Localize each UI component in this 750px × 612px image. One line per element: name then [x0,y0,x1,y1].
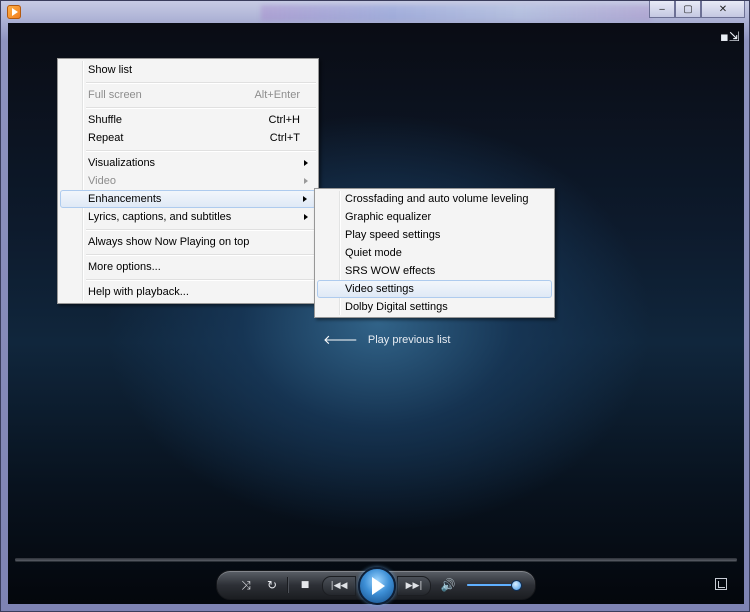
menu-separator [86,251,318,258]
menu-separator [86,147,318,154]
menu-item-label: Quiet mode [345,247,402,259]
menu-separator [86,276,318,283]
menu-item-show-list[interactable]: Show list [60,61,316,79]
menu-item-label: Visualizations [88,157,156,169]
submenu-arrow-icon [304,160,308,166]
submenu-arrow-icon [304,178,308,184]
menu-item-label: Dolby Digital settings [345,301,448,313]
volume-fill [467,584,517,586]
menu-item-label: Graphic equalizer [345,211,432,223]
menu-item-video: Video [60,172,316,190]
menu-item-help-with-playback[interactable]: Help with playback... [60,283,316,301]
menu-item-full-screen: Full screen Alt+Enter [60,86,316,104]
menu-item-label: More options... [88,261,161,273]
menu-item-always-show-now-playing-on-top[interactable]: Always show Now Playing on top [60,233,316,251]
media-player-window: ‒ ▢ ✕ ▪⇲ Show list Full screen Alt+Enter Sh… [0,0,750,612]
enhancements-submenu: Crossfading and auto volume leveling Grap… [314,188,555,318]
submenu-item-crossfading-and-auto-volume-leveling[interactable]: Crossfading and auto volume leveling [317,190,552,208]
repeat-icon[interactable]: ↻ [261,571,283,599]
submenu-item-srs-wow-effects[interactable]: SRS WOW effects [317,262,552,280]
media-player-app-icon[interactable] [7,5,21,19]
submenu-item-video-settings[interactable]: Video settings [317,280,552,298]
switch-to-now-playing-icon[interactable] [715,578,727,590]
next-button[interactable]: ▶▶| [397,576,431,596]
menu-item-enhancements[interactable]: Enhancements [60,190,316,208]
menu-item-label: SRS WOW effects [345,265,436,277]
submenu-item-quiet-mode[interactable]: Quiet mode [317,244,552,262]
stop-button[interactable]: ■ [295,571,315,599]
play-button[interactable] [358,567,396,605]
menu-item-shortcut: Alt+Enter [254,89,300,101]
volume-knob[interactable] [511,580,523,591]
play-previous-list-label: Play previous list [367,334,451,346]
submenu-item-play-speed-settings[interactable]: Play speed settings [317,226,552,244]
blurred-taskbar-reflection [261,5,651,21]
close-button[interactable]: ✕ [701,1,745,18]
menu-item-label: Show list [88,64,133,76]
menu-item-shortcut: Ctrl+T [269,132,300,144]
menu-item-shuffle[interactable]: Shuffle Ctrl+H [60,111,316,129]
submenu-item-graphic-equalizer[interactable]: Graphic equalizer [317,208,552,226]
menu-item-label: Video [88,175,116,187]
menu-item-label: Always show Now Playing on top [88,236,250,248]
seek-bar[interactable] [15,558,737,561]
menu-item-label: Enhancements [88,193,162,205]
minimize-button[interactable]: ‒ [649,1,675,18]
caption-buttons: ‒ ▢ ✕ [649,1,745,18]
context-menu: Show list Full screen Alt+Enter Shuffle Ctrl… [57,58,319,304]
menu-item-repeat[interactable]: Repeat Ctrl+T [60,129,316,147]
playback-controls: ⤨ ↻ ■ |◀◀ ▶▶| 🔊 [216,567,536,605]
menu-item-label: Repeat [88,132,124,144]
previous-button[interactable]: |◀◀ [322,576,356,596]
left-arrow-icon: 🡐 [323,333,358,348]
submenu-item-dolby-digital-settings[interactable]: Dolby Digital settings [317,298,552,316]
menu-item-lyrics-captions-and-subtitles[interactable]: Lyrics, captions, and subtitles [60,208,316,226]
volume-slider[interactable] [467,580,523,591]
title-bar[interactable]: ‒ ▢ ✕ [1,1,749,23]
menu-separator [86,79,318,86]
menu-item-label: Full screen [88,89,142,101]
divider [287,577,289,593]
maximize-button[interactable]: ▢ [675,1,701,18]
menu-item-label: Play speed settings [345,229,441,241]
menu-item-label: Shuffle [88,114,123,126]
submenu-arrow-icon [304,214,308,220]
submenu-arrow-icon [303,196,307,202]
menu-item-label: Help with playback... [88,286,189,298]
play-previous-list-link[interactable]: 🡐 Play previous list [323,332,450,348]
menu-item-label: Video settings [345,283,414,295]
menu-item-more-options[interactable]: More options... [60,258,316,276]
menu-item-visualizations[interactable]: Visualizations [60,154,316,172]
menu-separator [86,226,318,233]
switch-to-library-icon[interactable]: ▪⇲ [720,31,740,45]
menu-item-label: Crossfading and auto volume leveling [345,193,529,205]
menu-item-label: Lyrics, captions, and subtitles [88,211,232,223]
volume-icon[interactable]: 🔊 [439,571,457,599]
menu-separator [86,104,318,111]
shuffle-icon[interactable]: ⤨ [235,571,257,599]
menu-item-shortcut: Ctrl+H [268,114,300,126]
